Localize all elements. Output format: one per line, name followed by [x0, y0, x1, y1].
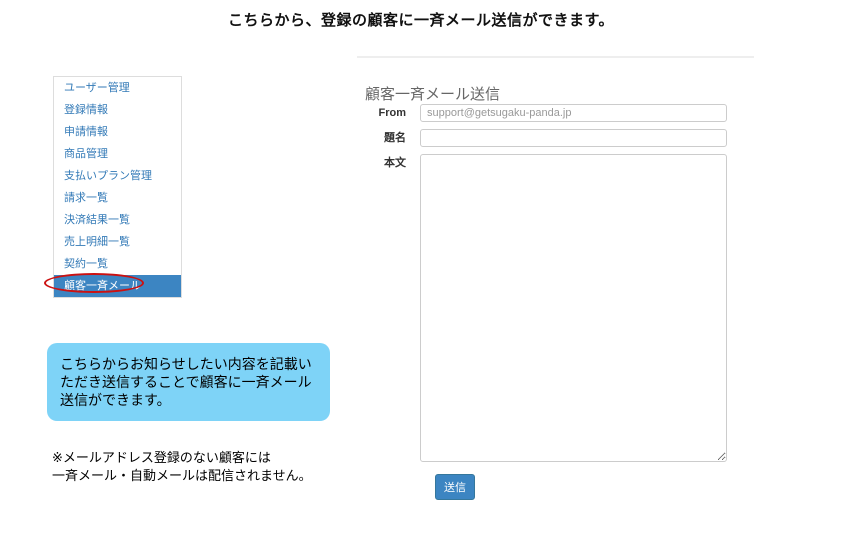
- sidebar-nav: ユーザー管理 登録情報 申請情報 商品管理 支払いプラン管理 請求一覧 決済結果…: [53, 76, 182, 298]
- form-heading: 顧客一斉メール送信: [365, 86, 501, 103]
- sidebar-item-billing-list[interactable]: 請求一覧: [54, 187, 181, 209]
- sidebar-item-user-management[interactable]: ユーザー管理: [54, 77, 181, 99]
- subject-label: 題名: [384, 132, 406, 144]
- subject-input[interactable]: [420, 129, 727, 147]
- body-row: 本文: [365, 154, 745, 462]
- sidebar-item-payment-plan-management[interactable]: 支払いプラン管理: [54, 165, 181, 187]
- bulk-mail-form: From 題名 本文: [365, 104, 745, 469]
- from-row: From: [365, 104, 745, 122]
- footnote: ※メールアドレス登録のない顧客には 一斉メール・自動メールは配信されません。: [52, 450, 312, 484]
- sidebar-item-contract-list[interactable]: 契約一覧: [54, 253, 181, 275]
- send-button[interactable]: 送信: [435, 474, 475, 500]
- sidebar-item-sales-detail-list[interactable]: 売上明細一覧: [54, 231, 181, 253]
- body-label: 本文: [384, 157, 406, 169]
- sidebar-item-customer-bulk-mail[interactable]: 顧客一斉メール: [54, 275, 181, 297]
- panel-divider: [357, 56, 754, 58]
- subject-row: 題名: [365, 129, 745, 147]
- sidebar-item-registration-info[interactable]: 登録情報: [54, 99, 181, 121]
- body-textarea[interactable]: [420, 154, 727, 462]
- callout-text: こちらからお知らせしたい内容を記載い ただき送信することで顧客に一斉メール 送信…: [60, 356, 312, 409]
- sidebar-item-payment-result-list[interactable]: 決済結果一覧: [54, 209, 181, 231]
- sidebar-item-product-management[interactable]: 商品管理: [54, 143, 181, 165]
- callout-box: こちらからお知らせしたい内容を記載い ただき送信することで顧客に一斉メール 送信…: [47, 343, 330, 421]
- sidebar-item-application-info[interactable]: 申請情報: [54, 121, 181, 143]
- from-label: From: [378, 107, 407, 119]
- page-title: こちらから、登録の顧客に一斉メール送信ができます。: [227, 12, 614, 29]
- from-input[interactable]: [420, 104, 727, 122]
